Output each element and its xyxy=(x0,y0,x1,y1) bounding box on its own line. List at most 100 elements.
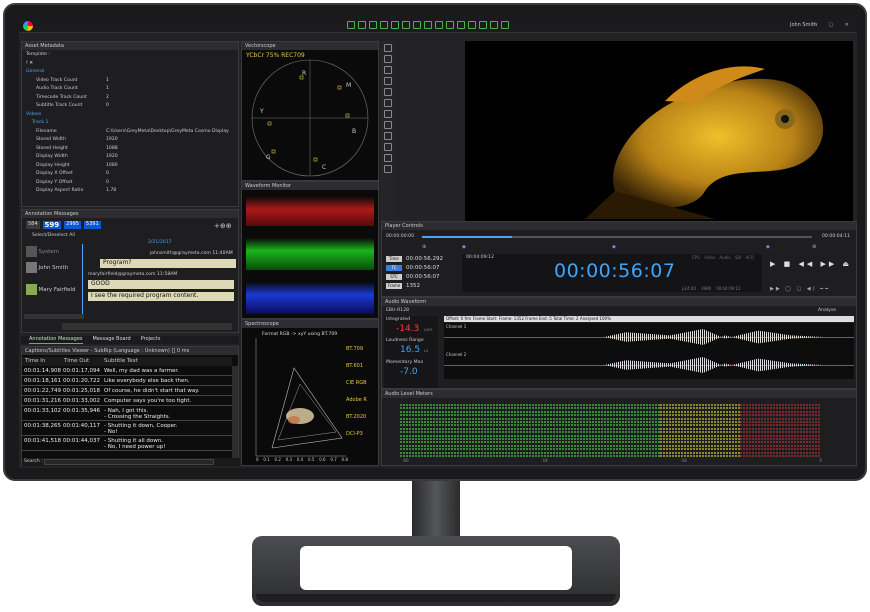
monitor-icon[interactable] xyxy=(479,21,487,29)
tab-ebu-r128[interactable]: EBU-R128 xyxy=(386,308,409,313)
subtitle-row[interactable]: 00:01:14,908 00:01:17,094 Well, my dad was… xyxy=(22,366,232,376)
level-meter-bar xyxy=(740,407,820,410)
caption-icon[interactable] xyxy=(457,21,465,29)
group-header[interactable]: Videos xyxy=(26,112,41,117)
chat-icon[interactable] xyxy=(490,21,498,29)
timecode-cell: 00:01:20,722 xyxy=(63,378,100,384)
add-icon[interactable]: +⊕⊕ xyxy=(214,222,232,230)
user-name[interactable]: John Smith xyxy=(790,22,817,28)
copy-icon[interactable] xyxy=(384,66,392,74)
clock-icon[interactable] xyxy=(446,21,454,29)
select-tool-icon[interactable] xyxy=(384,44,392,52)
timecode-mode-button[interactable]: Time xyxy=(386,256,402,262)
start-timecode: 00:00:00:00 xyxy=(386,234,415,239)
trash-icon[interactable] xyxy=(384,88,392,96)
stand-front-edge xyxy=(256,594,616,602)
marker-icon[interactable]: ◆ xyxy=(612,244,616,250)
status-indicator: SDI xyxy=(734,255,742,260)
tab-message-board[interactable]: Message Board xyxy=(93,336,131,344)
transport-buttons[interactable]: ▶ ■ ◀◀ ▶▶ ⏏ xyxy=(770,260,852,268)
window-controls[interactable]: – ▢ ✕ xyxy=(814,22,854,28)
paste-icon[interactable] xyxy=(384,77,392,85)
legend-item[interactable]: BT.601 xyxy=(346,363,367,380)
timecode-mode-button[interactable]: TC xyxy=(386,265,402,271)
annotation-user-row[interactable]: John Smith xyxy=(26,262,68,273)
globe-icon[interactable] xyxy=(380,21,388,29)
annotation-user-row[interactable]: Mary Fairfield xyxy=(26,284,76,295)
channel-label: Channel 2 xyxy=(446,352,467,357)
volume-controls[interactable]: ▶▶ ◯ ▢ ◀) ━━ xyxy=(770,286,830,292)
waveform-tracks[interactable]: Channel 1 Channel 2 xyxy=(444,323,854,379)
legend-item[interactable]: DCI-P3 xyxy=(346,431,367,448)
marker-icon[interactable]: ⊕ xyxy=(422,244,426,250)
pen-icon[interactable] xyxy=(384,110,392,118)
meter-scale: -60 -18 -18 0 xyxy=(402,458,822,463)
timeline-progress xyxy=(422,236,512,238)
legend-item[interactable]: CIE RGB xyxy=(346,380,367,397)
marker-icon[interactable]: ⊕ xyxy=(812,244,816,250)
subtitle-row[interactable]: 00:01:22,749 00:01:25,018 Of course, he di… xyxy=(22,386,232,396)
col-header[interactable]: Time In xyxy=(25,358,45,364)
line-tool-icon[interactable] xyxy=(384,132,392,140)
grid-icon[interactable] xyxy=(468,21,476,29)
waveform-icon[interactable] xyxy=(402,21,410,29)
subtitle-row[interactable]: 00:01:38,265 00:01:40,117 - Shutting it do… xyxy=(22,421,232,436)
range-value: 16.5 xyxy=(400,345,421,355)
col-header[interactable]: Subtitle Text xyxy=(104,358,138,364)
pointer-icon[interactable] xyxy=(384,99,392,107)
legend-item[interactable]: BT.2020 xyxy=(346,414,367,431)
open-icon[interactable] xyxy=(347,21,355,29)
message-bubble[interactable]: I see the required program content. xyxy=(88,292,234,301)
marker-icon[interactable]: ◆ xyxy=(766,244,770,250)
timecode-cell: 00:01:17,094 xyxy=(63,368,100,374)
level-meter-bar xyxy=(400,441,660,444)
analyse-button[interactable]: Analyse xyxy=(818,308,836,313)
panel-title: Audio Level Meters xyxy=(382,390,856,398)
scrollbar[interactable] xyxy=(232,366,238,458)
ellipse-tool-icon[interactable] xyxy=(384,154,392,162)
message-input[interactable] xyxy=(62,323,232,330)
message-bubble[interactable]: GOOD xyxy=(88,280,234,289)
legend-item[interactable]: BT.709 xyxy=(346,346,367,363)
arrow-tool-icon[interactable] xyxy=(384,165,392,173)
level-meter-bar xyxy=(660,414,740,417)
film-icon[interactable] xyxy=(369,21,377,29)
tools-icon[interactable] xyxy=(501,21,509,29)
tab-annotation-messages[interactable]: Annotation Messages xyxy=(29,336,83,344)
subtitle-row[interactable]: 00:01:33,102 00:01:35,946 - Nah, I got thi… xyxy=(22,406,232,421)
email-link[interactable]: johnsmith@graymeta.com 11:40AM xyxy=(150,251,233,256)
integrated-unit: LUFS xyxy=(424,328,433,332)
rectangle-tool-icon[interactable] xyxy=(384,143,392,151)
subtitle-row[interactable]: 00:01:18,161 00:01:20,722 Like everybody e… xyxy=(22,376,232,386)
toolbar-icons[interactable]: ! ✕ xyxy=(26,61,33,66)
speaker-icon[interactable] xyxy=(424,21,432,29)
video-viewer[interactable] xyxy=(465,41,853,221)
scrollbar[interactable] xyxy=(24,314,84,319)
audio-icon[interactable] xyxy=(413,21,421,29)
annotation-user-row[interactable]: System xyxy=(26,246,59,257)
col-header[interactable]: Time Out xyxy=(64,358,89,364)
timeline-track[interactable] xyxy=(422,236,812,238)
group-header[interactable]: General xyxy=(26,69,44,74)
timecode-value: 1352 xyxy=(406,283,420,289)
marker-icon[interactable]: ◆ xyxy=(462,244,466,250)
toolbar xyxy=(347,21,509,31)
subgroup-header[interactable]: Track 1 xyxy=(32,120,48,125)
metadata-key: Display X Offset xyxy=(36,171,73,176)
message-bubble[interactable]: Program? xyxy=(100,259,236,268)
subtitle-row[interactable]: 00:01:31,216 00:01:33,002 Computer says yo… xyxy=(22,396,232,406)
tab-projects[interactable]: Projects xyxy=(141,336,161,344)
email-link[interactable]: maryfairfield@graymeta.com 11:58AM xyxy=(88,272,177,277)
text-tool-icon[interactable] xyxy=(384,121,392,129)
timecode-mode-button[interactable]: Frame xyxy=(386,283,402,289)
select-all[interactable]: Select/Deselect All xyxy=(32,233,75,238)
layers-icon[interactable] xyxy=(384,55,392,63)
legend-item[interactable]: Adobe R xyxy=(346,397,367,414)
timecode-mode-button[interactable]: STC xyxy=(386,274,402,280)
gear-icon[interactable] xyxy=(435,21,443,29)
search-input[interactable] xyxy=(44,459,214,465)
folder-icon[interactable] xyxy=(358,21,366,29)
scope-icon[interactable] xyxy=(391,21,399,29)
small-timecode: 00:04:09:12 xyxy=(466,255,495,260)
subtitle-row[interactable]: 00:01:41,518 00:01:44,037 - Shutting it al… xyxy=(22,436,232,451)
